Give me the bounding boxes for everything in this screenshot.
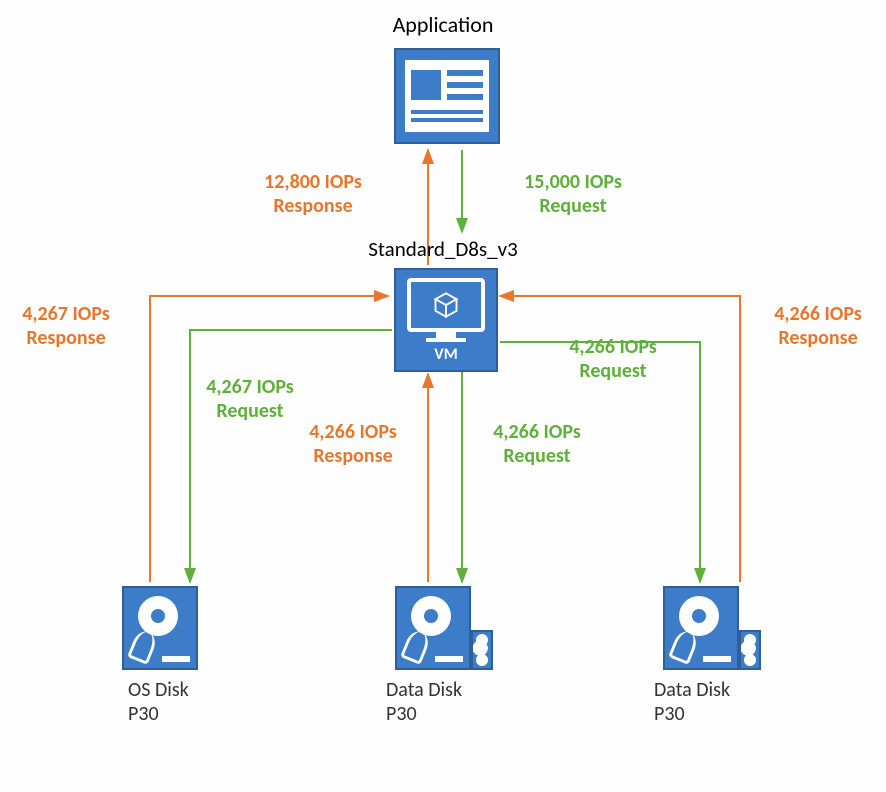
flow-os-request: 4,267 IOPsRequest — [185, 375, 315, 423]
data-disk-2-label: Data DiskP30 — [654, 678, 730, 726]
flow-d2-response: 4,266 IOPsResponse — [758, 302, 878, 350]
vm-sku-label: Standard_D8s_v3 — [0, 237, 886, 262]
application-title: Application — [0, 12, 886, 38]
flow-app-response: 12,800 IOPsResponse — [233, 170, 393, 218]
flow-d1-response: 4,266 IOPsResponse — [288, 420, 418, 468]
application-icon — [394, 48, 500, 144]
vm-label: VM — [434, 345, 457, 364]
flow-os-response: 4,267 IOPsResponse — [6, 302, 126, 350]
os-disk-label: OS DiskP30 — [128, 678, 189, 726]
diagram-canvas: Application 12,800 IOPsResponse 15,000 I… — [0, 0, 886, 792]
data-disk-1-icon — [395, 586, 475, 670]
data-disk-1-label: Data DiskP30 — [386, 678, 462, 726]
flow-app-request: 15,000 IOPsRequest — [493, 170, 653, 218]
flow-d1-request: 4,266 IOPsRequest — [472, 420, 602, 468]
os-disk-icon — [122, 586, 202, 670]
flow-d2-request: 4,266 IOPsRequest — [548, 335, 678, 383]
data-disk-2-icon — [663, 586, 743, 670]
cube-icon — [432, 291, 460, 319]
vm-icon: VM — [394, 268, 498, 372]
